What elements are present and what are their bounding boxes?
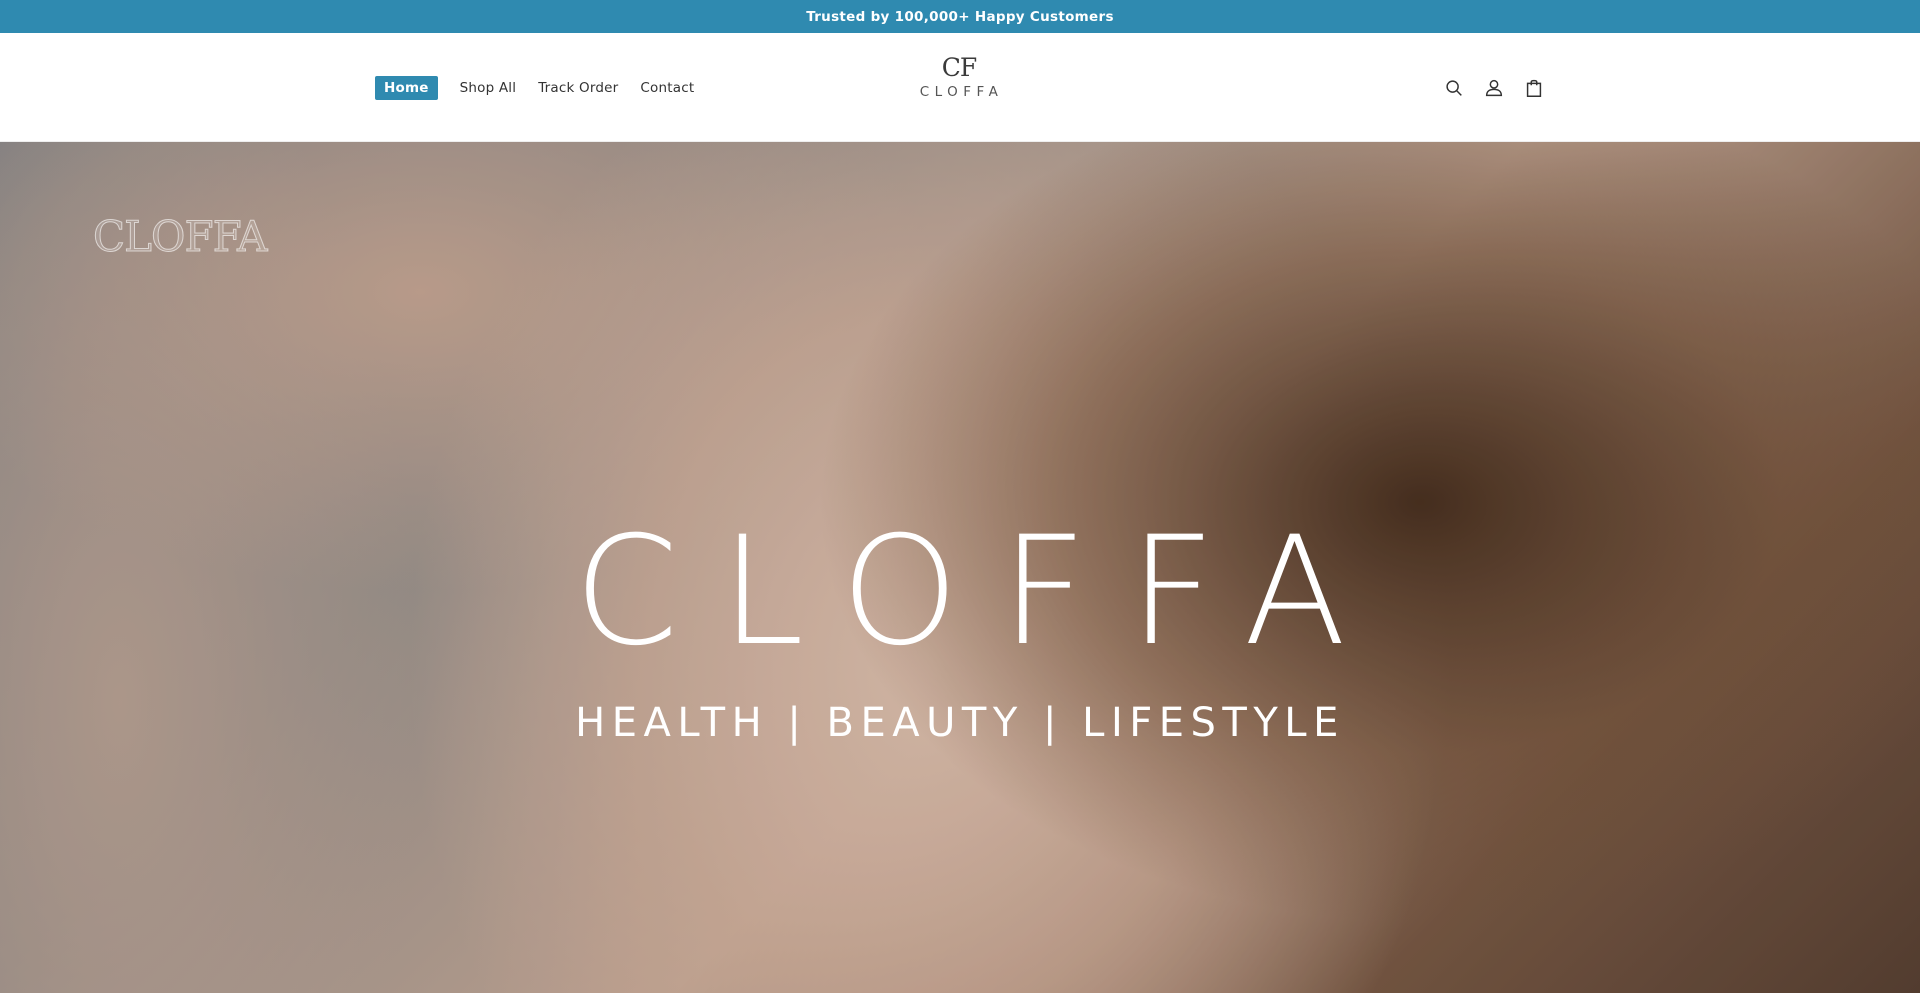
logo-name: CLOFFA	[919, 84, 1004, 100]
main-nav: Home Shop All Track Order Contact	[375, 33, 694, 142]
hero-title: CLOFFA	[573, 505, 1389, 679]
hero-watermark-logo: CLOFFA	[92, 212, 267, 262]
site-logo[interactable]: CF CLOFFA	[890, 53, 1028, 101]
announcement-bar: Trusted by 100,000+ Happy Customers	[0, 0, 1920, 33]
logo-monogram: CF	[941, 53, 977, 82]
announcement-text: Trusted by 100,000+ Happy Customers	[806, 8, 1114, 25]
header-actions	[1443, 33, 1545, 142]
hero-tagline: HEALTH | BEAUTY | LIFESTYLE	[575, 700, 1345, 746]
site-header: Home Shop All Track Order Contact CF CLO…	[0, 33, 1920, 142]
hero-banner: CLOFFA CLOFFA HEALTH | BEAUTY | LIFESTYL…	[0, 142, 1920, 993]
nav-shop-all[interactable]: Shop All	[460, 77, 517, 99]
nav-home[interactable]: Home	[375, 75, 438, 100]
nav-track-order[interactable]: Track Order	[538, 77, 618, 99]
nav-contact[interactable]: Contact	[640, 77, 694, 99]
account-icon[interactable]	[1483, 77, 1505, 99]
cart-icon[interactable]	[1523, 77, 1545, 99]
search-icon[interactable]	[1443, 77, 1465, 99]
